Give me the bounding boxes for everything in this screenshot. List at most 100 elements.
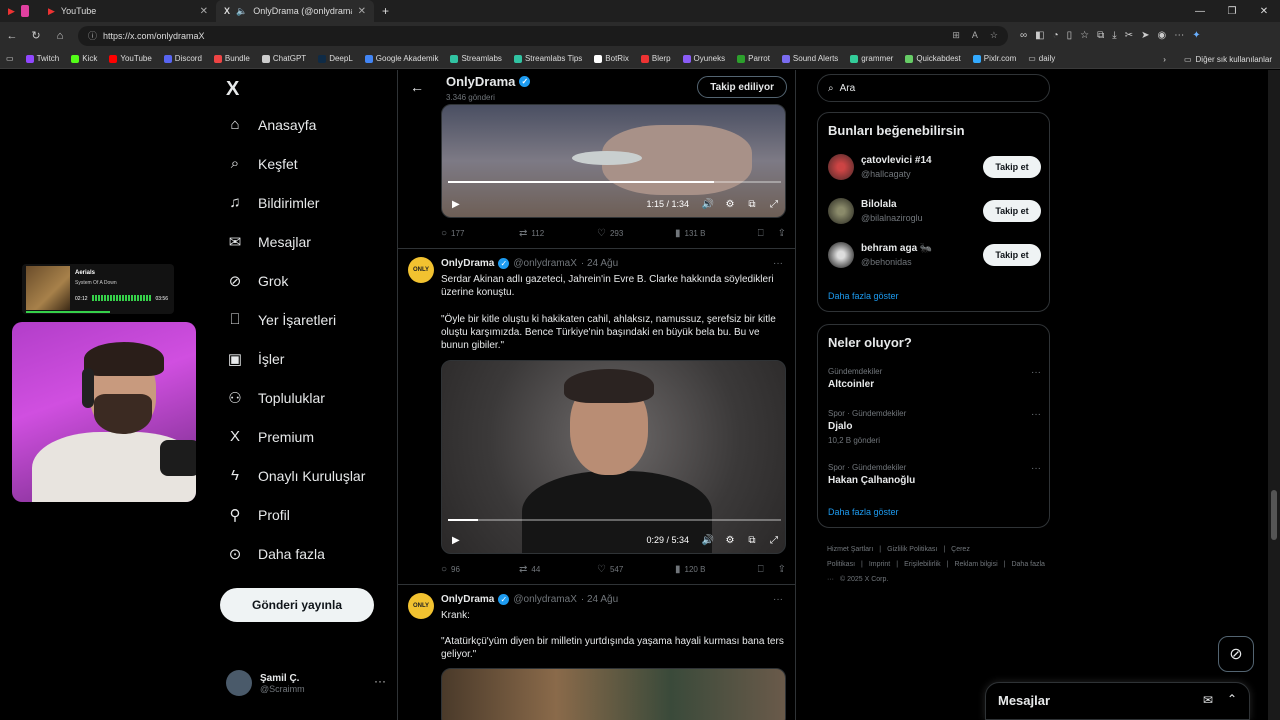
nav-item-daha-fazla[interactable]: ⊙ Daha fazla: [226, 545, 325, 563]
avatar[interactable]: ONLY: [408, 593, 434, 619]
bookmark-item[interactable]: YouTube: [109, 54, 152, 63]
tweet-date[interactable]: · 24 Ağu: [581, 258, 618, 269]
following-button[interactable]: Takip ediliyor: [697, 76, 787, 98]
like-button[interactable]: ♡ 547: [597, 564, 675, 575]
capture-icon[interactable]: ✂: [1125, 30, 1133, 41]
download-icon[interactable]: ⤓: [1112, 30, 1116, 41]
footer-link[interactable]: © 2025 X Corp.: [840, 576, 888, 583]
bookmark-icon[interactable]: ⎕: [758, 228, 764, 239]
footer-link[interactable]: Imprint: [869, 561, 890, 568]
profile-timeline[interactable]: ← OnlyDrama ✓ 3.346 gönderi Takip ediliy…: [397, 70, 796, 720]
nav-item-mesajlar[interactable]: ✉ Mesajlar: [226, 233, 311, 251]
follow-button[interactable]: Takip et: [983, 200, 1041, 222]
reading-list-icon[interactable]: ▭: [6, 54, 14, 63]
nav-item-anasayfa[interactable]: ⌂ Anasayfa: [226, 116, 316, 133]
post-button[interactable]: Gönderi yayınla: [220, 588, 374, 622]
nav-item-profil[interactable]: ⚲ Profil: [226, 506, 290, 524]
tab-pinned[interactable]: ▶: [0, 0, 40, 22]
favorite-star-icon[interactable]: ☆: [990, 30, 998, 41]
nav-item-keşfet[interactable]: ⌕ Keşfet: [226, 155, 298, 172]
chevron-right-icon[interactable]: ›: [1163, 55, 1166, 64]
footer-link[interactable]: Erişilebilirlik: [904, 561, 941, 568]
bookmark-item[interactable]: Parrot: [737, 54, 770, 63]
video-player[interactable]: ▶ 1:15 / 1:34 🔊 ⚙ ⧉ ⤢: [441, 104, 786, 218]
grok-button[interactable]: ⊘: [1218, 636, 1254, 672]
trend-item[interactable]: Gündemdekiler Altcoinler ···: [828, 367, 1041, 390]
bookmark-item[interactable]: Streamlabs Tips: [513, 54, 582, 63]
share-icon[interactable]: ➤: [1141, 30, 1149, 41]
account-switcher[interactable]: Şamil Ç. @Scraimm ···: [226, 670, 386, 696]
reply-button[interactable]: ○ 96: [441, 564, 519, 575]
video-player[interactable]: ▶ 0:29 / 5:34 🔊 ⚙ ⧉ ⤢: [441, 360, 786, 554]
extension-icon[interactable]: ◧: [1035, 30, 1044, 41]
site-info-icon[interactable]: ⓘ: [88, 29, 97, 42]
page-scrollbar[interactable]: [1268, 70, 1280, 720]
bookmark-item[interactable]: Oyuneks: [682, 54, 725, 63]
nav-item-i-şler[interactable]: ▣ İşler: [226, 350, 285, 368]
back-arrow-icon[interactable]: ←: [410, 79, 424, 95]
other-bookmarks[interactable]: › ▭ Diğer sık kullanılanlar: [1163, 49, 1272, 69]
bookmark-item[interactable]: Discord: [163, 54, 202, 63]
close-icon[interactable]: ✕: [358, 6, 366, 17]
more-icon[interactable]: ···: [1031, 367, 1041, 378]
extension-icon[interactable]: ◔: [1053, 30, 1059, 41]
more-icon[interactable]: ···: [1031, 409, 1041, 420]
repost-button[interactable]: ⇄ 44: [519, 564, 597, 575]
favorites-icon[interactable]: ☆: [1080, 30, 1089, 41]
nav-item-onaylı-kuruluşlar[interactable]: ϟ Onaylı Kuruluşlar: [226, 467, 365, 484]
more-icon[interactable]: ···: [374, 674, 386, 688]
bookmark-folder[interactable]: ▭ daily: [1028, 54, 1055, 63]
play-icon[interactable]: ▶: [452, 199, 460, 210]
follow-button[interactable]: Takip et: [983, 244, 1041, 266]
volume-icon[interactable]: 🔊: [697, 199, 719, 210]
nav-item-yer-i-şaretleri[interactable]: ⎕ Yer İşaretleri: [226, 311, 336, 328]
show-more-link[interactable]: Daha fazla göster: [828, 507, 899, 517]
url-field[interactable]: ⓘ https://x.com/onlydramaX ⊞ A ☆: [78, 25, 1008, 46]
footer-link[interactable]: Reklam bilgisi: [954, 561, 997, 568]
collections-icon[interactable]: ⧉: [1097, 30, 1104, 41]
reload-icon[interactable]: ↻: [24, 29, 48, 42]
extension-icon[interactable]: ∞: [1020, 30, 1027, 41]
bookmark-item[interactable]: Bundle: [213, 54, 250, 63]
share-icon[interactable]: ⇪: [778, 564, 786, 575]
show-more-link[interactable]: Daha fazla göster: [828, 291, 899, 301]
bookmark-item[interactable]: BotRix: [594, 54, 629, 63]
more-icon[interactable]: ⋯: [1174, 30, 1184, 41]
bookmark-item[interactable]: Twitch: [25, 54, 59, 63]
bookmark-item[interactable]: Kick: [71, 54, 97, 63]
nav-item-premium[interactable]: X Premium: [226, 428, 314, 445]
scrollbar-thumb[interactable]: [1271, 490, 1277, 540]
suggested-user[interactable]: behram aga 🐜 @behonidas Takip et: [828, 241, 1041, 271]
bookmark-item[interactable]: Sound Alerts: [781, 54, 838, 63]
read-aloud-icon[interactable]: A: [972, 30, 978, 41]
home-icon[interactable]: ⌂: [48, 30, 72, 42]
picture-in-picture-icon[interactable]: ⧉: [741, 535, 763, 546]
profile-avatar-icon[interactable]: ◉: [1157, 30, 1166, 41]
trend-item[interactable]: Spor · Gündemdekiler Hakan Çalhanoğlu ··…: [828, 463, 1041, 486]
more-icon[interactable]: ···: [773, 594, 783, 605]
nav-item-topluluklar[interactable]: ⚇ Topluluklar: [226, 389, 325, 407]
avatar[interactable]: ONLY: [408, 257, 434, 283]
split-screen-icon[interactable]: ▯: [1067, 30, 1073, 41]
author-name[interactable]: OnlyDrama: [441, 594, 494, 605]
copilot-icon[interactable]: ✦: [1192, 30, 1200, 41]
nav-item-bildirimler[interactable]: ♫ Bildirimler: [226, 194, 319, 211]
bookmark-item[interactable]: Blerp: [640, 54, 671, 63]
views-button[interactable]: ▮ 120 B: [675, 564, 753, 575]
bookmark-item[interactable]: Google Akademik: [364, 54, 438, 63]
bookmark-icon[interactable]: ⎕: [758, 564, 764, 575]
chevron-up-icon[interactable]: ⌃: [1227, 692, 1237, 706]
share-icon[interactable]: ⇪: [778, 228, 786, 239]
play-icon[interactable]: ▶: [452, 535, 460, 546]
suggested-user[interactable]: Bilolala @bilalnaziroglu Takip et: [828, 197, 1041, 227]
reply-button[interactable]: ○ 177: [441, 228, 519, 239]
install-app-icon[interactable]: ⊞: [952, 30, 960, 41]
new-tab-button[interactable]: +: [374, 0, 397, 22]
bookmark-item[interactable]: Quickabdest: [905, 54, 961, 63]
views-button[interactable]: ▮ 131 B: [675, 228, 753, 239]
bookmark-item[interactable]: ChatGPT: [261, 54, 306, 63]
picture-in-picture-icon[interactable]: ⧉: [741, 199, 763, 210]
close-window-icon[interactable]: ✕: [1248, 6, 1280, 17]
settings-gear-icon[interactable]: ⚙: [719, 535, 741, 546]
author-name[interactable]: OnlyDrama: [441, 258, 494, 269]
